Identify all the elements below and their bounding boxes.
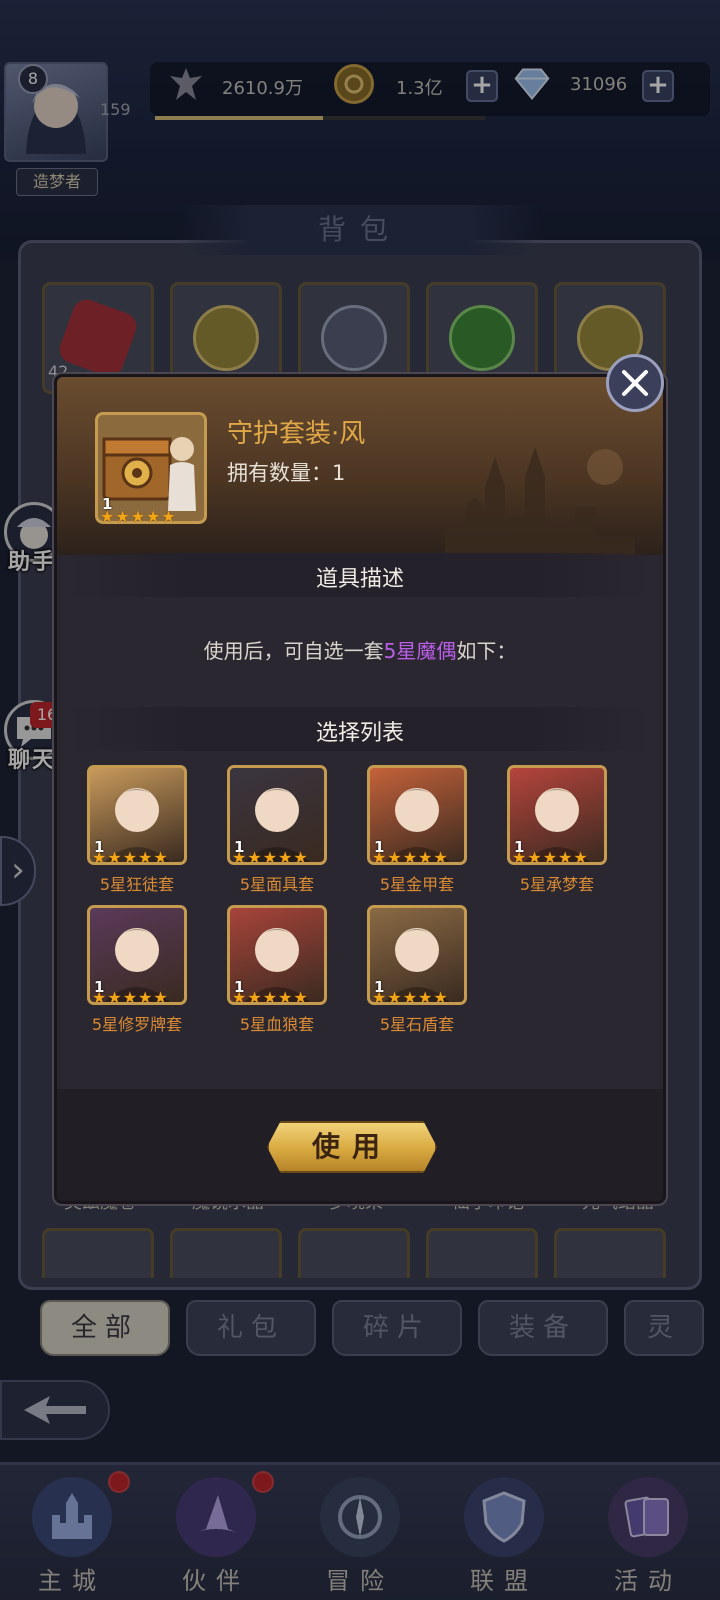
- close-button[interactable]: [606, 354, 664, 412]
- choice-portrait: 1 ★ ★ ★ ★ ★: [227, 905, 327, 1005]
- star-icon: ★: [247, 848, 262, 865]
- star-icon: ★: [153, 988, 168, 1005]
- star-icon: ★: [138, 988, 153, 1005]
- star-rating: ★ ★ ★ ★ ★: [512, 848, 588, 865]
- star-icon: ★: [387, 988, 402, 1005]
- star-icon: ★: [512, 848, 527, 865]
- choice-portrait: 1 ★ ★ ★ ★ ★: [507, 765, 607, 865]
- star-icon: ★: [232, 848, 247, 865]
- star-icon: ★: [387, 848, 402, 865]
- star-icon: ★: [146, 507, 161, 526]
- star-icon: ★: [107, 848, 122, 865]
- star-icon: ★: [293, 848, 308, 865]
- choice-portrait: 1 ★ ★ ★ ★ ★: [227, 765, 327, 865]
- modal-header: 1 ★ ★ ★ ★ ★ 守护套装·风 拥有数量：1: [57, 377, 663, 555]
- item-detail-modal: 1 ★ ★ ★ ★ ★ 守护套装·风 拥有数量：1 道具描述 使用后，可自选一套5星魔偶…: [54, 374, 666, 1204]
- star-rating: ★ ★ ★ ★ ★: [232, 988, 308, 1005]
- item-name: 守护套装·风: [227, 419, 366, 449]
- star-icon: ★: [293, 988, 308, 1005]
- star-icon: ★: [122, 988, 138, 1005]
- star-icon: ★: [278, 848, 293, 865]
- star-icon: ★: [247, 988, 262, 1005]
- treasure-chest-icon: [102, 437, 196, 511]
- star-icon: ★: [130, 507, 146, 526]
- star-rating: ★ ★ ★ ★ ★: [372, 988, 448, 1005]
- star-icon: ★: [433, 988, 448, 1005]
- description-suffix: 如下：: [456, 639, 517, 663]
- owned-quantity-value: 1: [332, 461, 346, 485]
- star-icon: ★: [122, 848, 138, 865]
- choice-label: 5星血狼套: [239, 1015, 315, 1034]
- star-rating: ★ ★ ★ ★ ★: [92, 848, 168, 865]
- item-icon: 1 ★ ★ ★ ★ ★: [95, 412, 207, 525]
- choice-label: 5星承梦套: [519, 875, 595, 894]
- close-icon: [622, 370, 648, 396]
- castle-silhouette-icon: [445, 447, 635, 555]
- owned-quantity-label: 拥有数量：: [227, 461, 332, 485]
- selection-section-title: 选择列表: [315, 721, 404, 746]
- star-icon: ★: [262, 988, 278, 1005]
- star-icon: ★: [527, 848, 542, 865]
- description-highlight: 5星魔偶: [383, 639, 457, 663]
- choice-portrait: 1 ★ ★ ★ ★ ★: [87, 765, 187, 865]
- star-rating: ★ ★ ★ ★ ★: [372, 848, 448, 865]
- description-prefix: 使用后，可自选一套: [203, 639, 384, 663]
- star-icon: ★: [433, 848, 448, 865]
- modal-footer: 使用: [57, 1089, 663, 1201]
- star-icon: ★: [402, 848, 418, 865]
- star-rating: ★ ★ ★ ★ ★: [92, 988, 168, 1005]
- choice-label: 5星面具套: [239, 875, 315, 894]
- star-icon: ★: [138, 848, 153, 865]
- choice-portrait: 1 ★ ★ ★ ★ ★: [367, 765, 467, 865]
- choice-label: 5星修罗牌套: [91, 1015, 183, 1034]
- star-icon: ★: [573, 848, 588, 865]
- star-icon: ★: [542, 848, 558, 865]
- star-icon: ★: [262, 848, 278, 865]
- star-icon: ★: [100, 507, 115, 526]
- star-icon: ★: [92, 988, 107, 1005]
- star-icon: ★: [92, 848, 107, 865]
- choice-portrait: 1 ★ ★ ★ ★ ★: [367, 905, 467, 1005]
- description-section-title: 道具描述: [315, 567, 404, 592]
- star-rating: ★ ★ ★ ★ ★: [100, 509, 176, 525]
- use-button[interactable]: 使用: [267, 1121, 437, 1173]
- choice-label: 5星金甲套: [379, 875, 455, 894]
- star-icon: ★: [418, 848, 433, 865]
- star-icon: ★: [153, 848, 168, 865]
- star-icon: ★: [372, 988, 387, 1005]
- choice-label: 5星石盾套: [379, 1015, 455, 1034]
- star-icon: ★: [161, 507, 176, 526]
- choice-portrait: 1 ★ ★ ★ ★ ★: [87, 905, 187, 1005]
- star-icon: ★: [372, 848, 387, 865]
- choice-label: 5星狂徒套: [99, 875, 175, 894]
- star-icon: ★: [402, 988, 418, 1005]
- star-icon: ★: [107, 988, 122, 1005]
- owned-quantity: 拥有数量：1: [227, 457, 345, 487]
- star-icon: ★: [232, 988, 247, 1005]
- star-rating: ★ ★ ★ ★ ★: [232, 848, 308, 865]
- star-icon: ★: [418, 988, 433, 1005]
- star-icon: ★: [558, 848, 573, 865]
- star-icon: ★: [278, 988, 293, 1005]
- item-description: 使用后，可自选一套5星魔偶如下：: [57, 635, 663, 664]
- star-icon: ★: [115, 507, 130, 526]
